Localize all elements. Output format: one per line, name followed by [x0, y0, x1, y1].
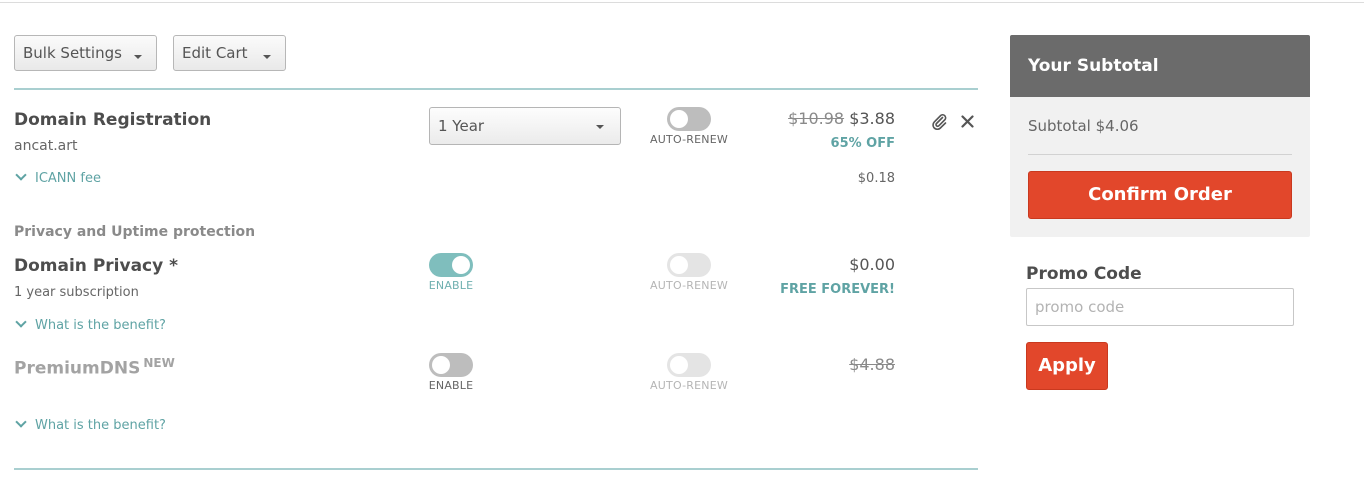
apply-promo-button[interactable]: Apply — [1026, 342, 1108, 390]
caret-down-icon — [263, 55, 271, 59]
icann-fee-label: ICANN fee — [35, 171, 101, 186]
toggle-knob — [452, 256, 470, 274]
bulk-settings-label: Bulk Settings — [23, 44, 122, 62]
registration-discount: 65% OFF — [830, 136, 895, 151]
domain-privacy-benefit-link[interactable]: What is the benefit? — [14, 316, 166, 333]
promo-code-heading: Promo Code — [1026, 264, 1142, 284]
premium-dns-auto-renew-toggle[interactable] — [667, 353, 711, 377]
premium-dns-price: $4.88 — [849, 355, 895, 374]
caret-down-icon — [596, 125, 604, 129]
premium-dns-name: PremiumDNS — [14, 358, 141, 379]
confirm-order-button[interactable]: Confirm Order — [1028, 171, 1292, 219]
registration-period-select[interactable]: 1 Year — [429, 107, 621, 145]
subtotal-divider — [1028, 154, 1292, 155]
subtotal-amount: Subtotal $4.06 — [1028, 117, 1139, 135]
toggle-knob — [670, 256, 688, 274]
chevron-down-icon — [15, 316, 27, 328]
domain-privacy-enable-label: ENABLE — [428, 279, 474, 292]
registration-current-price: $3.88 — [849, 109, 895, 128]
domain-privacy-subtitle: 1 year subscription — [14, 285, 139, 300]
domain-privacy-benefit-label: What is the benefit? — [35, 318, 166, 333]
premium-dns-title: PremiumDNS NEW — [14, 356, 175, 379]
icann-fee-toggle[interactable]: ICANN fee — [14, 169, 101, 186]
edit-cart-label: Edit Cart — [182, 44, 248, 62]
bulk-settings-button[interactable]: Bulk Settings — [14, 35, 157, 71]
chevron-down-icon — [15, 169, 27, 181]
premium-dns-benefit-link[interactable]: What is the benefit? — [14, 416, 166, 433]
edit-cart-button[interactable]: Edit Cart — [173, 35, 286, 71]
premium-dns-benefit-label: What is the benefit? — [35, 418, 166, 433]
registration-period-value: 1 Year — [438, 117, 485, 135]
domain-privacy-auto-renew-toggle[interactable] — [667, 253, 711, 277]
toggle-knob — [670, 356, 688, 374]
registration-auto-renew-toggle[interactable] — [667, 107, 711, 131]
registration-price: $10.98 $3.88 — [788, 109, 895, 128]
toggle-knob — [432, 356, 450, 374]
promo-code-input[interactable] — [1026, 288, 1294, 326]
premium-dns-new-tag: NEW — [143, 356, 175, 370]
domain-name: ancat.art — [14, 138, 78, 154]
top-divider — [0, 2, 1364, 3]
cart-top-rule — [14, 88, 978, 90]
domain-registration-title: Domain Registration — [14, 110, 212, 130]
domain-privacy-price: $0.00 — [849, 255, 895, 274]
registration-old-price: $10.98 — [788, 109, 845, 128]
domain-privacy-enable-toggle[interactable] — [429, 253, 473, 277]
premium-dns-enable-label: ENABLE — [428, 379, 474, 392]
cart-bottom-rule — [14, 468, 978, 470]
chevron-down-icon — [15, 416, 27, 428]
subtotal-panel-title: Your Subtotal — [1028, 56, 1159, 76]
paperclip-icon[interactable] — [930, 112, 948, 130]
subtotal-panel: Your Subtotal Subtotal $4.06 Confirm Ord… — [1010, 35, 1310, 237]
close-icon[interactable] — [961, 115, 974, 128]
protection-section-heading: Privacy and Uptime protection — [14, 224, 256, 240]
registration-auto-renew-label: AUTO-RENEW — [650, 133, 728, 146]
domain-privacy-auto-renew-label: AUTO-RENEW — [650, 279, 728, 292]
icann-fee-price: $0.18 — [857, 171, 895, 186]
subtotal-panel-header: Your Subtotal — [1010, 35, 1310, 97]
toggle-knob — [670, 110, 688, 128]
domain-privacy-badge: FREE FOREVER! — [780, 282, 895, 297]
premium-dns-auto-renew-label: AUTO-RENEW — [650, 379, 728, 392]
premium-dns-enable-toggle[interactable] — [429, 353, 473, 377]
caret-down-icon — [134, 55, 142, 59]
domain-privacy-title: Domain Privacy * — [14, 256, 179, 276]
